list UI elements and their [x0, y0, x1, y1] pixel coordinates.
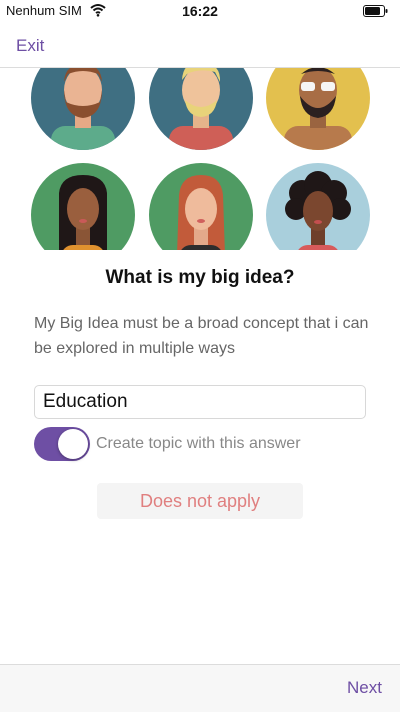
- create-topic-label: Create topic with this answer: [96, 435, 301, 452]
- create-topic-toggle[interactable]: [34, 427, 90, 461]
- navigation-bar: Exit: [0, 22, 400, 68]
- avatar-woman-curly-hair: [266, 163, 370, 250]
- avatar-woman-dark-hair: [31, 163, 135, 250]
- question-title: What is my big idea?: [105, 267, 295, 288]
- toggle-knob: [58, 429, 88, 459]
- does-not-apply-button[interactable]: Does not apply: [97, 483, 303, 519]
- next-button[interactable]: Next: [347, 678, 382, 698]
- answer-input[interactable]: [34, 385, 366, 419]
- exit-button[interactable]: Exit: [16, 36, 44, 56]
- bottom-toolbar: Next: [0, 664, 400, 712]
- question-description: My Big Idea must be a broad concept that…: [34, 315, 369, 357]
- avatar-woman-red-hair: [149, 163, 253, 250]
